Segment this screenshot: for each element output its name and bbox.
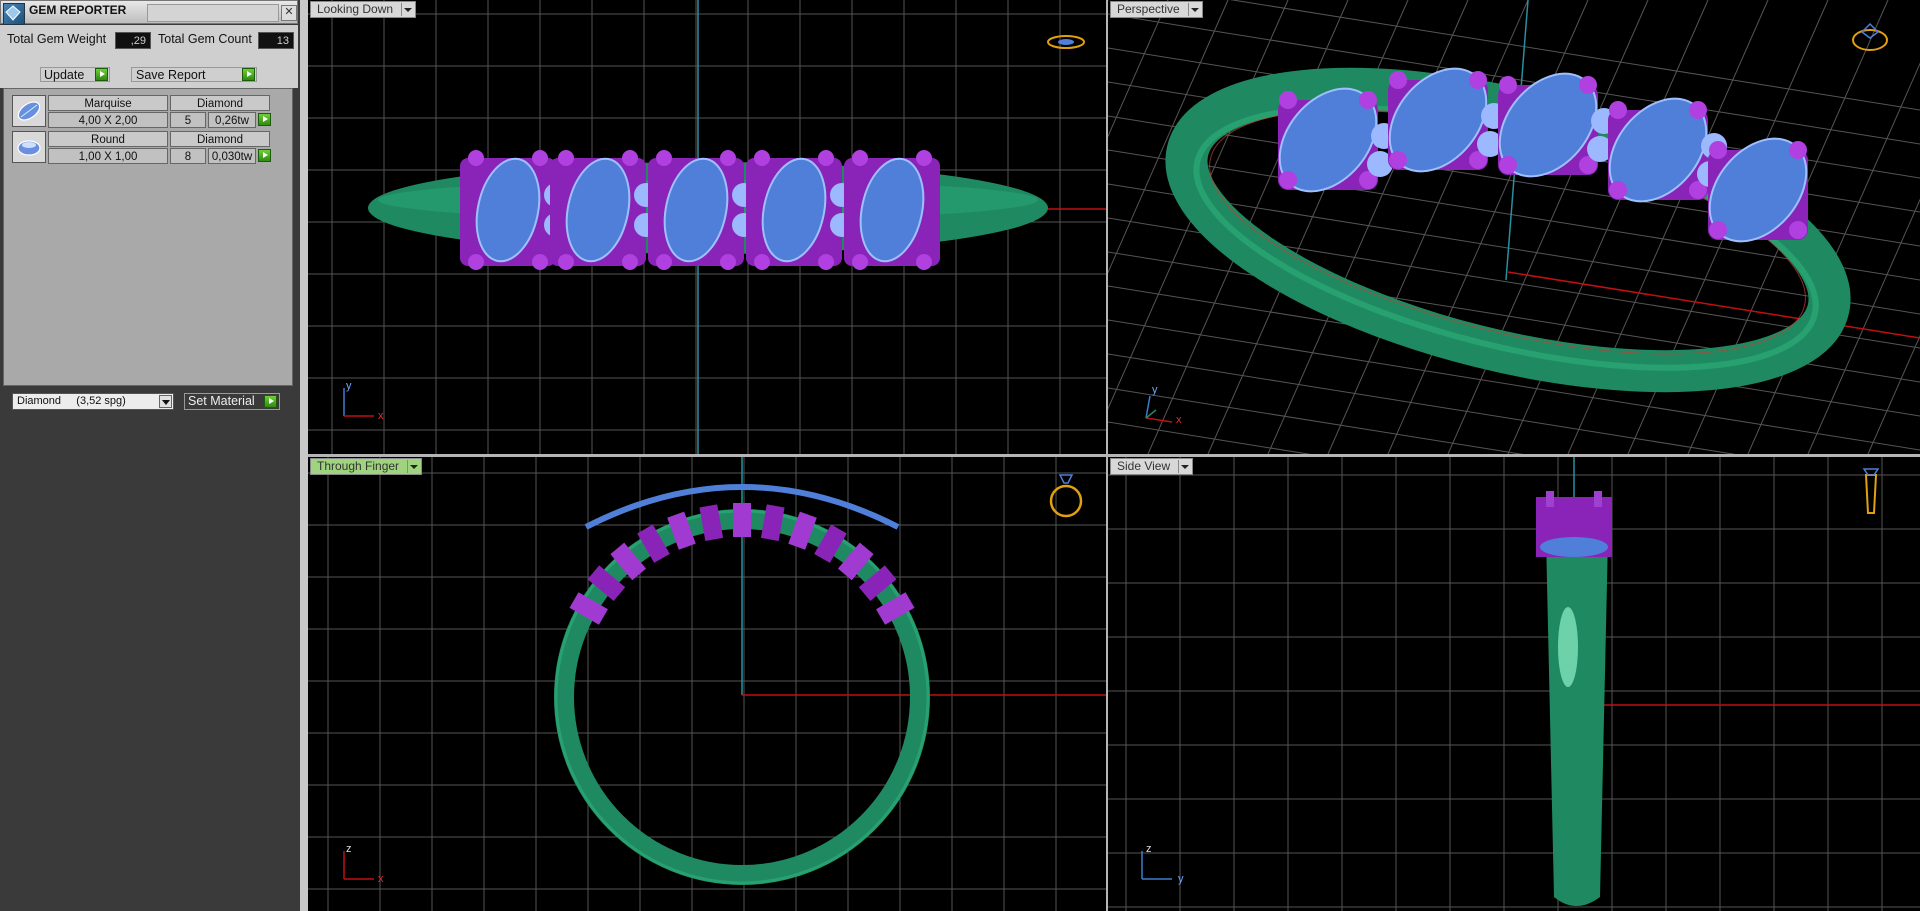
save-report-label: Save Report <box>136 68 206 82</box>
gem-shape: Marquise <box>48 95 168 111</box>
viewport-perspective[interactable]: Perspective y x <box>1108 0 1920 454</box>
chevron-down-icon[interactable] <box>159 395 172 408</box>
viewport-label: Through Finger <box>317 459 400 473</box>
close-icon[interactable]: ✕ <box>281 5 297 21</box>
viewport-label: Side View <box>1117 459 1171 473</box>
ring-model-perspective[interactable] <box>1108 0 1920 454</box>
update-button-label: Update <box>44 68 85 82</box>
chevron-down-icon[interactable] <box>407 460 420 473</box>
gem-select-play-icon[interactable] <box>258 113 271 126</box>
chevron-down-icon[interactable] <box>1187 3 1201 16</box>
viewport-label: Looking Down <box>317 2 394 16</box>
axis-indicator <box>1141 851 1172 880</box>
gem-shape: Round <box>48 131 168 147</box>
ring-model-side[interactable] <box>1108 457 1920 911</box>
total-gem-weight-label: Total Gem Weight <box>7 32 107 46</box>
viewport-tab-looking-down[interactable]: Looking Down <box>310 1 417 18</box>
gem-count: 8 <box>170 148 206 164</box>
set-material-play-icon[interactable] <box>264 395 277 408</box>
save-report-play-icon[interactable] <box>242 68 255 81</box>
set-material-label: Set Material <box>188 394 255 408</box>
viewport-looking-down[interactable]: Looking Down y x <box>308 0 1106 454</box>
viewport-tab-side-view[interactable]: Side View <box>1110 458 1194 475</box>
chevron-down-icon[interactable] <box>1178 460 1191 473</box>
gem-list: Marquise Diamond 4,00 X 2,00 5 0,26tw Ro… <box>3 88 293 386</box>
panel-title-bar: GEM REPORTER ✕ <box>0 0 298 25</box>
axis-label-horizontal: x <box>378 873 384 885</box>
gem-size: 4,00 X 2,00 <box>48 112 168 128</box>
ring-model-front[interactable] <box>308 457 1106 911</box>
ring-top-view-icon[interactable] <box>1044 30 1088 54</box>
round-gem-icon <box>12 131 46 163</box>
panel-title: GEM REPORTER <box>29 3 127 17</box>
ring-perspective-icon[interactable] <box>1848 20 1892 54</box>
ring-side-view-icon[interactable] <box>1856 465 1886 521</box>
axis-label-horizontal: x <box>1176 414 1182 426</box>
gem-weight: 0,26tw <box>208 112 256 128</box>
total-gem-weight-value: ,29 <box>115 32 151 49</box>
axis-label-vertical: z <box>1146 843 1152 855</box>
material-select-value: Diamond (3,52 spg) <box>17 395 126 407</box>
axis-label-horizontal: y <box>1178 873 1184 885</box>
viewport-label: Perspective <box>1117 2 1180 16</box>
gem-count: 5 <box>170 112 206 128</box>
viewport-side-view[interactable]: Side View z y <box>1108 457 1920 911</box>
gem-select-play-icon[interactable] <box>258 149 271 162</box>
gem-reporter-panel: GEM REPORTER ✕ Total Gem Weight ,29 Tota… <box>0 0 300 911</box>
action-bar: Update Save Report <box>0 62 298 88</box>
axis-label-vertical: z <box>346 843 352 855</box>
gem-material: Diamond <box>170 95 270 111</box>
material-select[interactable]: Diamond (3,52 spg) <box>12 393 174 410</box>
gem-row[interactable]: Round Diamond 1,00 X 1,00 8 0,030tw <box>10 130 271 164</box>
axis-label-vertical: y <box>346 380 352 392</box>
update-play-icon[interactable] <box>95 68 108 81</box>
viewport-through-finger[interactable]: Through Finger z x <box>308 457 1106 911</box>
chevron-down-icon[interactable] <box>401 3 414 16</box>
gem-row[interactable]: Marquise Diamond 4,00 X 2,00 5 0,26tw <box>10 94 271 128</box>
marquise-gem-icon <box>12 95 46 127</box>
ring-front-view-icon[interactable] <box>1044 467 1088 523</box>
viewport-tab-perspective[interactable]: Perspective <box>1110 1 1203 18</box>
panel-splitter[interactable] <box>300 0 308 911</box>
axis-indicator <box>1145 395 1173 423</box>
title-drag-area[interactable] <box>147 4 279 22</box>
gem-size: 1,00 X 1,00 <box>48 148 168 164</box>
gem-reporter-logo-icon <box>3 3 25 25</box>
gem-weight: 0,030tw <box>208 148 256 164</box>
total-gem-count-label: Total Gem Count <box>158 32 252 46</box>
axis-label-vertical: y <box>1152 384 1158 396</box>
gem-material: Diamond <box>170 131 270 147</box>
ring-model-top[interactable] <box>308 0 1106 454</box>
total-gem-count-value: 13 <box>258 32 294 49</box>
viewport-tab-through-finger[interactable]: Through Finger <box>310 458 423 475</box>
axis-label-horizontal: x <box>378 410 384 422</box>
